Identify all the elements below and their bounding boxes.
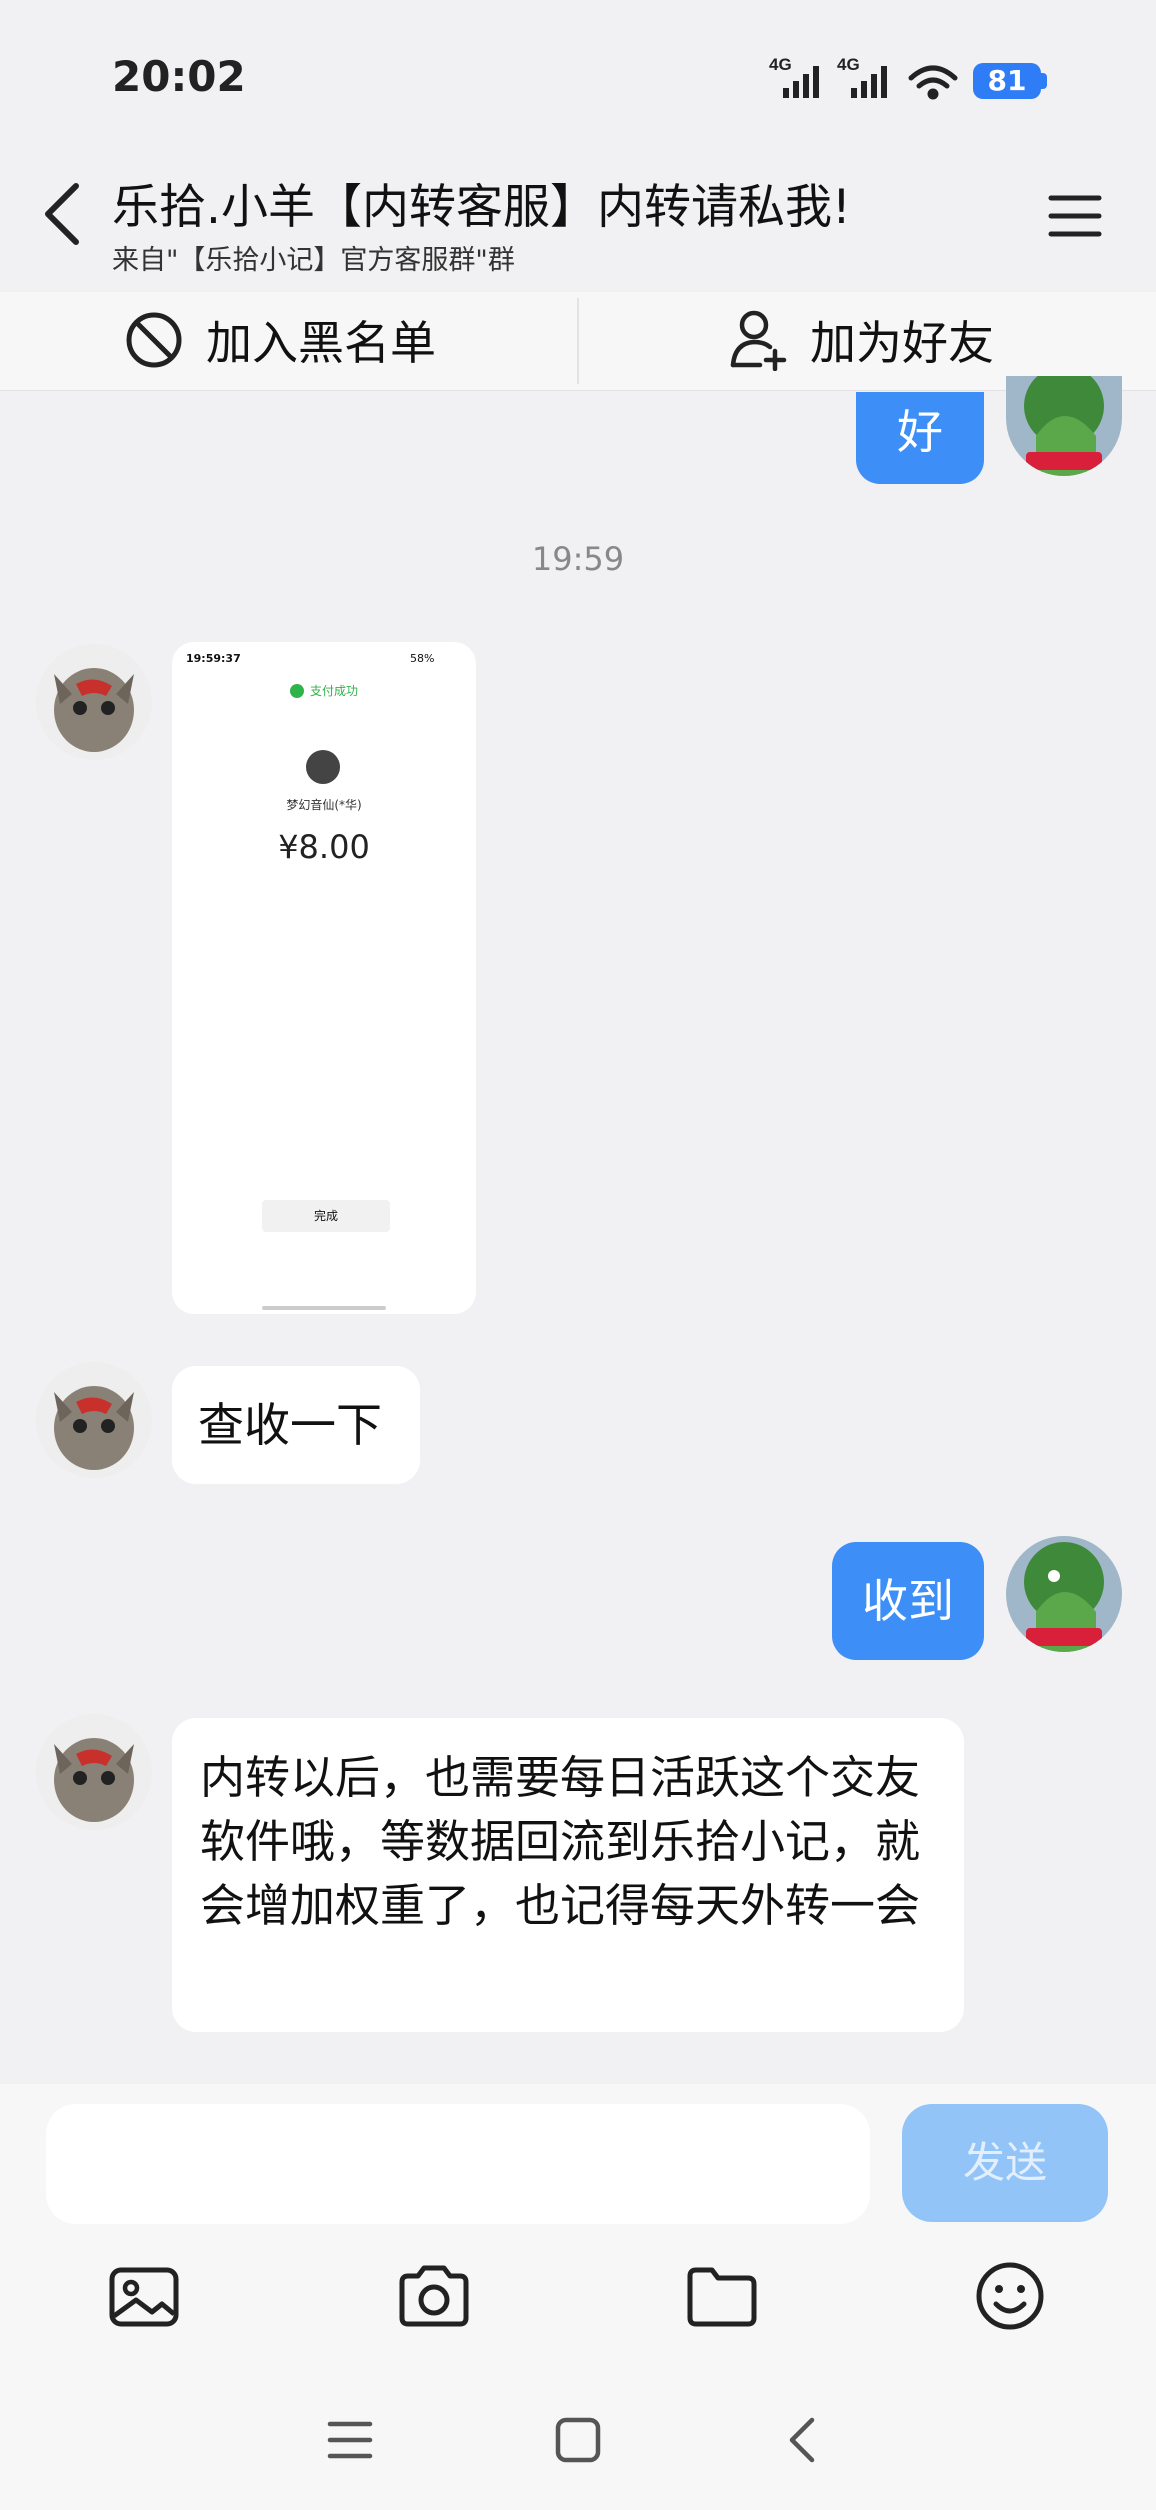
avatar-me[interactable] (1006, 1536, 1122, 1652)
block-label: 加入黑名单 (206, 316, 436, 370)
battery-icon: 81 (973, 63, 1041, 99)
avatar-other[interactable] (36, 1362, 152, 1478)
avatar-other[interactable] (36, 644, 152, 760)
message-bubble-other[interactable]: 内转以后，也需要每日活跃这个交友软件哦，等数据回流到乐拾小记，就会增加权重了，也… (172, 1718, 964, 2032)
message-bubble-me[interactable]: 好 (856, 392, 984, 484)
add-user-icon (730, 310, 787, 371)
avatar-other[interactable] (36, 1714, 152, 1830)
emoji-icon[interactable] (972, 2258, 1048, 2334)
avatar-me[interactable] (1006, 376, 1122, 476)
hamburger-icon[interactable] (1048, 194, 1102, 238)
message-bubble-other[interactable]: 查收一下 (172, 1366, 420, 1484)
action-divider (577, 298, 579, 384)
add-friend-label: 加为好友 (810, 316, 994, 370)
message-text: 好 (897, 405, 943, 459)
shot-amount: ¥8.00 (278, 828, 370, 866)
camera-icon[interactable] (396, 2258, 472, 2334)
network-label-2: 4G (837, 55, 860, 74)
back-nav-icon[interactable] (774, 2410, 834, 2470)
send-button[interactable]: 发送 (902, 2104, 1108, 2222)
block-button[interactable]: 加入黑名单 (124, 304, 436, 376)
success-icon (290, 683, 304, 698)
shot-status-right: 58% (410, 652, 435, 665)
wifi-icon (908, 65, 958, 100)
payee-avatar (306, 750, 340, 784)
message-input[interactable] (46, 2104, 870, 2224)
folder-icon[interactable] (684, 2258, 760, 2334)
add-friend-button[interactable]: 加为好友 (730, 304, 994, 376)
shot-payee: 梦幻音仙(*华) (286, 798, 362, 812)
menu-nav-icon[interactable] (320, 2410, 380, 2470)
battery-tip (1041, 73, 1047, 89)
message-bubble-me[interactable]: 收到 (832, 1542, 984, 1660)
shot-status-time: 19:59:37 (186, 652, 241, 665)
chevron-left-icon[interactable] (38, 180, 86, 248)
payment-screenshot-image[interactable]: 19:59:37 58% 支付成功 梦幻音仙(*华) ¥8.00 完成 (172, 642, 476, 1314)
network-label-1: 4G (769, 55, 792, 74)
shot-pay-status: 支付成功 (290, 682, 358, 699)
chat-title: 乐拾.小羊【内转客服】内转请私我! (112, 180, 851, 235)
message-text: 查收一下 (198, 1398, 382, 1452)
home-nav-icon[interactable] (548, 2410, 608, 2470)
shot-home-indicator (262, 1306, 386, 1310)
message-timestamp: 19:59 (531, 540, 625, 578)
chat-subtitle: 来自"【乐拾小记】官方客服群"群 (112, 245, 515, 276)
status-time: 20:02 (112, 52, 246, 101)
shot-done-button: 完成 (262, 1200, 390, 1232)
image-icon[interactable] (106, 2258, 182, 2334)
message-text: 内转以后，也需要每日活跃这个交友软件哦，等数据回流到乐拾小记，就会增加权重了，也… (200, 1751, 921, 1932)
message-text: 收到 (862, 1574, 954, 1628)
block-icon (126, 312, 182, 368)
